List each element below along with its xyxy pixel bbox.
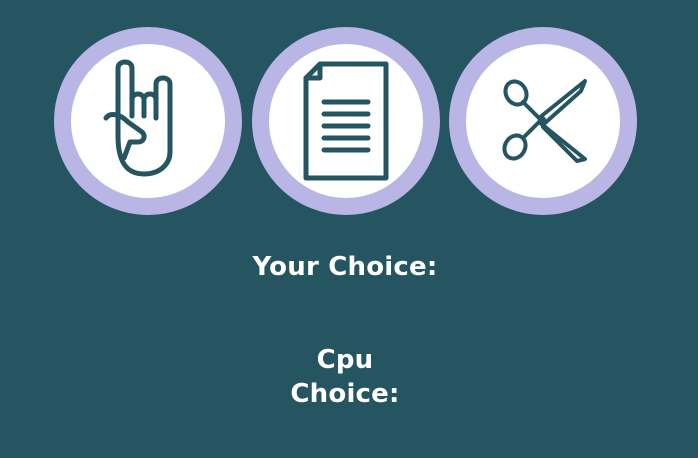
- paper-document-icon: [303, 61, 389, 181]
- cpu-choice-label: Cpu Choice:: [0, 343, 690, 411]
- cpu-label-line1: Cpu: [316, 345, 374, 375]
- scissors-choice-button[interactable]: [449, 27, 637, 215]
- rock-hand-icon: [103, 59, 173, 177]
- your-choice-label: Your Choice:: [252, 252, 438, 282]
- scissors-icon: [502, 79, 587, 163]
- rock-choice-button[interactable]: [54, 27, 242, 215]
- cpu-label-line2: Choice:: [290, 379, 400, 409]
- paper-choice-button[interactable]: [252, 27, 440, 215]
